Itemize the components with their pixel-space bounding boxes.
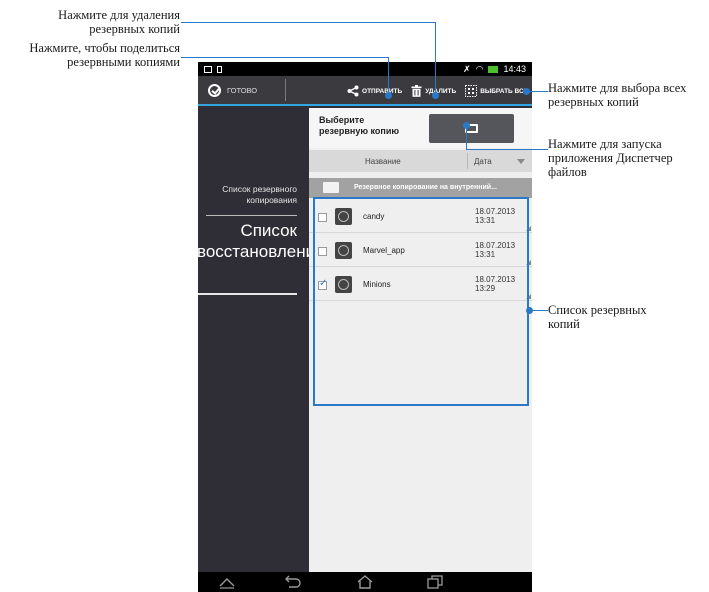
column-separator — [467, 153, 468, 169]
column-date-header[interactable]: Дата — [474, 157, 492, 166]
callout-delete: Нажмите для удаления резервных копий — [58, 8, 180, 36]
delete-label: УДАЛИТЬ — [425, 87, 457, 95]
done-button[interactable]: ГОТОВО — [198, 79, 286, 101]
select-all-label: ВЫБРАТЬ ВСЕ — [480, 87, 528, 95]
select-all-button[interactable]: ВЫБРАТЬ ВСЕ — [465, 85, 528, 97]
column-name-header[interactable]: Название — [365, 157, 401, 166]
bluetooth-icon: ✗ — [463, 63, 471, 74]
choose-backup-label: Выберите резервную копию — [319, 115, 400, 136]
send-button[interactable]: ОТПРАВИТЬ — [347, 85, 402, 97]
backup-list-highlight — [313, 197, 529, 406]
navigation-bar — [198, 572, 532, 592]
callout-file-manager: Нажмите для запуска приложения Диспетчер… — [548, 137, 673, 179]
notification-icon — [217, 65, 222, 73]
file-manager-button[interactable] — [429, 114, 514, 143]
folder-path-text: Резервное копирование на внутренний... — [354, 184, 497, 191]
wifi-icon: ◠ — [475, 63, 484, 74]
column-header: Название Дата — [309, 150, 532, 172]
select-all-icon — [465, 85, 478, 97]
folder-path-row[interactable]: Резервное копирование на внутренний... — [309, 178, 532, 198]
callout-select-all: Нажмите для выбора всех резервных копий — [548, 81, 687, 109]
callout-backup-list: Список резервных копий — [548, 303, 647, 331]
sort-dropdown-icon[interactable] — [517, 159, 525, 164]
share-icon — [347, 85, 359, 97]
battery-icon — [488, 65, 499, 73]
collapse-icon[interactable] — [218, 575, 236, 589]
divider — [206, 215, 297, 216]
sidebar-item-restore-list[interactable]: Список восстановления — [198, 220, 324, 262]
choose-backup-panel: Выберите резервную копию — [309, 108, 532, 148]
divider — [198, 293, 297, 295]
notification-icon — [204, 65, 212, 73]
folder-icon — [323, 182, 339, 193]
callout-share: Нажмите, чтобы поделиться резервными коп… — [29, 41, 180, 69]
checkmark-icon — [208, 83, 221, 97]
action-bar: ГОТОВО ОТПРАВИТЬ УДАЛИТЬ ВЫБРАТЬ ВСЕ — [198, 76, 532, 106]
recent-apps-icon[interactable] — [426, 575, 444, 589]
trash-icon — [411, 85, 422, 97]
send-label: ОТПРАВИТЬ — [362, 87, 403, 95]
sidebar: Список резервного копирования Список вос… — [198, 108, 324, 572]
back-icon[interactable] — [283, 575, 301, 589]
clock: 14:43 — [503, 64, 526, 74]
status-bar: ✗ ◠ 14:43 — [198, 62, 532, 76]
sidebar-item-backup-list[interactable]: Список резервного копирования — [202, 184, 297, 206]
done-label: ГОТОВО — [227, 85, 258, 95]
home-icon[interactable] — [356, 575, 374, 589]
